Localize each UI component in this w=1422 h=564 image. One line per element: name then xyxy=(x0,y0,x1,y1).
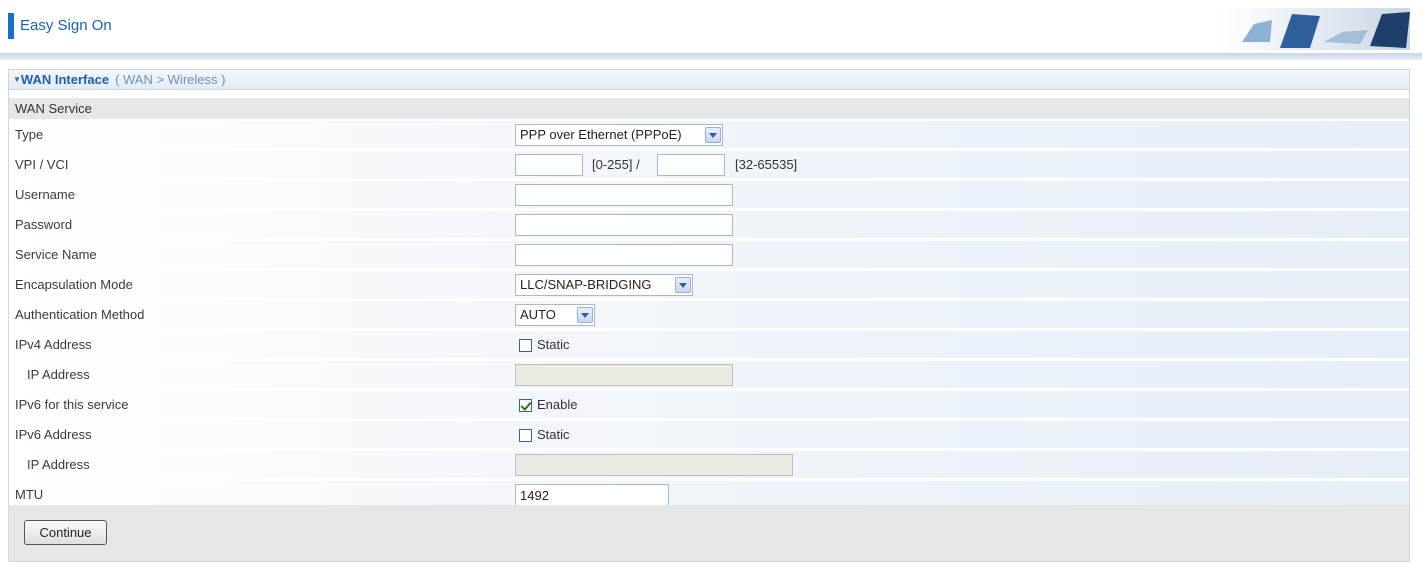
row-authentication-method: Authentication Method AUTO xyxy=(9,301,1409,329)
collapse-triangle-icon[interactable]: ▼ xyxy=(13,75,21,84)
password-input[interactable] xyxy=(515,214,733,236)
brand-logo-icon xyxy=(1220,8,1410,50)
header-accent-bar xyxy=(8,13,14,39)
ipv6-ip-label: IP Address xyxy=(27,457,90,472)
vpi-range-hint: [0-255] / xyxy=(592,157,640,172)
row-ipv6-service: IPv6 for this service Enable xyxy=(9,391,1409,419)
type-select[interactable]: PPP over Ethernet (PPPoE) xyxy=(515,124,723,146)
row-ipv4-ip: IP Address xyxy=(9,361,1409,389)
top-header: Easy Sign On xyxy=(0,0,1422,60)
section-wan-service: WAN Service xyxy=(9,98,1409,119)
ipv6-service-label: IPv6 for this service xyxy=(15,397,129,412)
username-label: Username xyxy=(15,187,75,202)
row-ipv4-address: IPv4 Address Static xyxy=(9,331,1409,359)
header-band xyxy=(0,53,1422,60)
mtu-input[interactable] xyxy=(515,484,669,506)
ipv6-static-checkbox[interactable] xyxy=(519,429,532,442)
row-username: Username xyxy=(9,181,1409,209)
encapsulation-label: Encapsulation Mode xyxy=(15,277,133,292)
ipv6-ip-input[interactable] xyxy=(515,454,793,476)
auth-method-label: Authentication Method xyxy=(15,307,145,322)
ipv6-static-label: Static xyxy=(537,427,570,442)
row-vpi-vci: VPI / VCI [0-255] / [32-65535] xyxy=(9,151,1409,179)
ipv6-enable-checkbox[interactable] xyxy=(519,399,532,412)
row-ipv6-ip: IP Address xyxy=(9,451,1409,479)
chevron-down-icon[interactable] xyxy=(705,127,721,143)
password-label: Password xyxy=(15,217,73,232)
ipv4-ip-input[interactable] xyxy=(515,364,733,386)
vpi-vci-label: VPI / VCI xyxy=(15,157,69,172)
panel-title: WAN Interface xyxy=(20,72,110,87)
type-select-value: PPP over Ethernet (PPPoE) xyxy=(520,127,682,142)
ipv6-address-label: IPv6 Address xyxy=(15,427,92,442)
service-name-input[interactable] xyxy=(515,244,733,266)
continue-button[interactable]: Continue xyxy=(24,520,107,545)
auth-method-select-value: AUTO xyxy=(520,307,556,322)
wan-interface-panel: ▼WAN Interface ( WAN > Wireless ) WAN Ser… xyxy=(8,69,1410,562)
ipv4-static-checkbox[interactable] xyxy=(519,339,532,352)
auth-method-select[interactable]: AUTO xyxy=(515,304,595,326)
chevron-down-icon[interactable] xyxy=(577,307,593,323)
ipv6-enable-label: Enable xyxy=(537,397,578,412)
row-encapsulation-mode: Encapsulation Mode LLC/SNAP-BRIDGING xyxy=(9,271,1409,299)
row-service-name: Service Name xyxy=(9,241,1409,269)
service-name-label: Service Name xyxy=(15,247,97,262)
encapsulation-select-value: LLC/SNAP-BRIDGING xyxy=(520,277,652,292)
panel-header: ▼WAN Interface ( WAN > Wireless ) xyxy=(9,70,1409,90)
encapsulation-select[interactable]: LLC/SNAP-BRIDGING xyxy=(515,274,693,296)
page-title: Easy Sign On xyxy=(20,17,112,34)
type-label: Type xyxy=(15,127,44,142)
chevron-down-icon[interactable] xyxy=(675,277,691,293)
ipv4-ip-label: IP Address xyxy=(27,367,90,382)
row-type: Type PPP over Ethernet (PPPoE) xyxy=(9,121,1409,149)
ipv4-address-label: IPv4 Address xyxy=(15,337,92,352)
breadcrumb: ( WAN > Wireless ) xyxy=(115,72,226,87)
vpi-input[interactable] xyxy=(515,154,583,176)
row-ipv6-address: IPv6 Address Static xyxy=(9,421,1409,449)
username-input[interactable] xyxy=(515,184,733,206)
ipv4-static-label: Static xyxy=(537,337,570,352)
vci-input[interactable] xyxy=(657,154,725,176)
footer-bar xyxy=(9,505,1409,561)
row-password: Password xyxy=(9,211,1409,239)
vci-range-hint: [32-65535] xyxy=(735,157,798,172)
